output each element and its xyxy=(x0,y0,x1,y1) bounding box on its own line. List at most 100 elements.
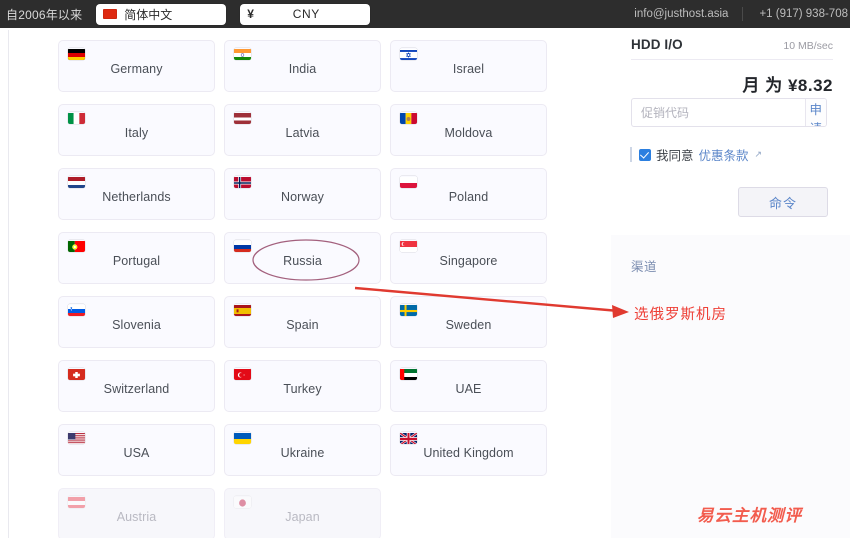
md-flag-icon xyxy=(400,112,417,124)
it-flag-icon xyxy=(68,112,85,124)
country-cell: Japan xyxy=(224,488,390,538)
country-cell: Singapore xyxy=(390,232,556,296)
country-cell: Turkey xyxy=(224,360,390,424)
es-flag-icon xyxy=(234,304,251,316)
country-name: Russia xyxy=(283,254,322,268)
terms-checkbox[interactable] xyxy=(639,148,651,161)
country-name: United Kingdom xyxy=(423,446,514,460)
country-card-norway[interactable]: Norway xyxy=(224,168,381,220)
country-name: Norway xyxy=(281,190,324,204)
country-name: Slovenia xyxy=(112,318,161,332)
agreement-accent-bar xyxy=(630,147,632,162)
country-cell: Sweden xyxy=(390,296,556,360)
country-card-turkey[interactable]: Turkey xyxy=(224,360,381,412)
country-card-india[interactable]: India xyxy=(224,40,381,92)
external-link-icon: ↗ xyxy=(754,149,763,159)
country-name: Poland xyxy=(448,190,489,204)
country-card-singapore[interactable]: Singapore xyxy=(390,232,547,284)
country-name: Netherlands xyxy=(102,190,171,204)
terms-link[interactable]: 优惠条款 xyxy=(699,145,749,164)
country-card-ukraine[interactable]: Ukraine xyxy=(224,424,381,476)
currency-code: CNY xyxy=(292,7,320,21)
country-name: Turkey xyxy=(283,382,322,396)
monthly-price: 月 为 ¥8.32 xyxy=(742,76,833,95)
currency-symbol-icon: ¥ xyxy=(247,7,254,21)
country-card-united-kingdom[interactable]: United Kingdom xyxy=(390,424,547,476)
country-name: Spain xyxy=(286,318,319,332)
currency-selector[interactable]: ¥ CNY xyxy=(240,3,371,25)
country-card-italy[interactable]: Italy xyxy=(58,104,215,156)
country-name: Portugal xyxy=(112,254,161,268)
hdd-io-value: 10 MB/sec xyxy=(783,40,833,52)
country-name: Latvia xyxy=(285,126,320,140)
order-button[interactable]: 命令 xyxy=(738,187,828,217)
summary-divider xyxy=(631,59,833,60)
us-flag-icon xyxy=(68,432,85,444)
country-card-netherlands[interactable]: Netherlands xyxy=(58,168,215,220)
ch-flag-icon xyxy=(68,368,85,380)
country-cell: Austria xyxy=(58,488,224,538)
page-root: 自2006年以来 简体中文 ¥ CNY info@justhost.asia +… xyxy=(0,0,850,538)
promo-code-input[interactable] xyxy=(632,99,805,126)
country-cell: Moldova xyxy=(390,104,556,168)
country-card-germany[interactable]: Germany xyxy=(58,40,215,92)
in-flag-icon xyxy=(234,48,251,60)
country-card-portugal[interactable]: Portugal xyxy=(58,232,215,284)
country-cell: Switzerland xyxy=(58,360,224,424)
country-cell: India xyxy=(224,40,390,104)
country-name: UAE xyxy=(455,382,482,396)
country-card-poland[interactable]: Poland xyxy=(390,168,547,220)
country-cell: Ukraine xyxy=(224,424,390,488)
country-cell: Israel xyxy=(390,40,556,104)
ae-flag-icon xyxy=(400,368,417,380)
si-flag-icon xyxy=(68,304,85,316)
terms-agree-label: 我同意 xyxy=(656,149,694,163)
ua-flag-icon xyxy=(234,432,251,444)
order-summary-panel: HDD I/O 10 MB/sec 月 为 ¥8.32 申请 我同意 优惠条款 … xyxy=(611,28,850,538)
country-card-uae[interactable]: UAE xyxy=(390,360,547,412)
country-name: Singapore xyxy=(439,254,498,268)
country-card-latvia[interactable]: Latvia xyxy=(224,104,381,156)
country-name: Germany xyxy=(110,62,163,76)
country-card-switzerland[interactable]: Switzerland xyxy=(58,360,215,412)
watermark: 易云主机测评 xyxy=(697,507,802,525)
country-cell: Norway xyxy=(224,168,390,232)
country-cell: Germany xyxy=(58,40,224,104)
cn-flag-icon xyxy=(103,9,118,19)
tr-flag-icon xyxy=(234,368,251,380)
country-cell: Latvia xyxy=(224,104,390,168)
country-card-spain[interactable]: Spain xyxy=(224,296,381,348)
lv-flag-icon xyxy=(234,112,251,124)
country-name: Switzerland xyxy=(103,382,170,396)
contact-info: info@justhost.asia +1 (917) 938-708 xyxy=(634,7,850,21)
de-flag-icon xyxy=(68,48,85,60)
sg-flag-icon xyxy=(400,240,417,252)
country-name: India xyxy=(288,62,317,76)
pl-flag-icon xyxy=(400,176,417,188)
contact-phone[interactable]: +1 (917) 938-708 xyxy=(743,8,850,20)
country-name: Italy xyxy=(124,126,149,140)
country-card-slovenia[interactable]: Slovenia xyxy=(58,296,215,348)
no-flag-icon xyxy=(234,176,251,188)
contact-email[interactable]: info@justhost.asia xyxy=(634,8,742,20)
country-name: Japan xyxy=(285,510,320,524)
channel-label: 渠道 xyxy=(631,260,658,274)
country-cell: Poland xyxy=(390,168,556,232)
top-bar: 自2006年以来 简体中文 ¥ CNY info@justhost.asia +… xyxy=(0,0,850,28)
pt-flag-icon xyxy=(68,240,85,252)
country-cell: Portugal xyxy=(58,232,224,296)
country-card-austria: Austria xyxy=(58,488,215,538)
apply-promo-button[interactable]: 申请 xyxy=(805,99,826,126)
annotation-note: 选俄罗斯机房 xyxy=(634,307,727,323)
country-card-usa[interactable]: USA xyxy=(58,424,215,476)
se-flag-icon xyxy=(400,304,417,316)
country-card-israel[interactable]: Israel xyxy=(390,40,547,92)
country-card-russia[interactable]: Russia xyxy=(224,232,381,284)
country-card-moldova[interactable]: Moldova xyxy=(390,104,547,156)
country-name: Austria xyxy=(116,510,157,524)
hdd-io-label: HDD I/O xyxy=(631,37,683,52)
country-card-sweden[interactable]: Sweden xyxy=(390,296,547,348)
since-label: 自2006年以来 xyxy=(6,7,83,22)
il-flag-icon xyxy=(400,48,417,60)
language-selector[interactable]: 简体中文 xyxy=(96,3,227,25)
